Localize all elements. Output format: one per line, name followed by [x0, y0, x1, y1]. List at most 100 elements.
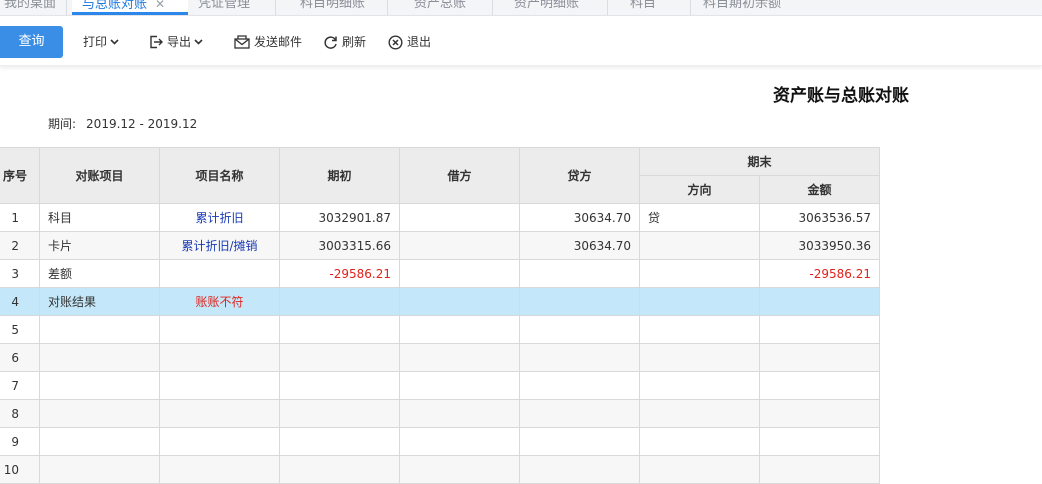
- cell-opening: 3003315.66: [279, 231, 400, 260]
- cell-credit: [519, 315, 640, 344]
- header-item: 对账项目: [39, 147, 160, 204]
- cell-amount: [759, 427, 880, 456]
- tab-label: 科目明细账: [300, 0, 366, 11]
- cell-name: [159, 259, 280, 288]
- cell-debit: [399, 315, 520, 344]
- cell-name: [159, 399, 280, 428]
- tab-bar: 我的桌面 与总账对账 ✕ 凭证管理 科目明细账 资产总账 资产明细账 科目 科目期…: [0, 0, 1042, 16]
- period-label: 期间:: [48, 117, 77, 131]
- tab-asset-detail[interactable]: 资产明细账: [514, 0, 579, 15]
- cell-name: [159, 371, 280, 400]
- cell-amount: 3063536.57: [759, 203, 880, 232]
- tab-account-detail[interactable]: 科目明细账: [300, 0, 365, 15]
- cell-seq: 10: [0, 455, 40, 484]
- cell-credit: [519, 455, 640, 484]
- cell-debit: [399, 343, 520, 372]
- cell-direction: [639, 231, 760, 260]
- cell-opening: [279, 343, 400, 372]
- cell-debit: [399, 427, 520, 456]
- send-email-button[interactable]: 发送邮件: [234, 32, 302, 52]
- toolbar: 查询 打印 导出 发送邮件 刷新 退出: [0, 16, 1042, 66]
- cell-credit: [519, 371, 640, 400]
- table-row[interactable]: 2 卡片 累计折旧/摊销 3003315.66 30634.70 3033950…: [0, 231, 880, 260]
- cell-direction: [639, 427, 760, 456]
- cell-seq: 2: [0, 231, 40, 260]
- cell-opening: [279, 427, 400, 456]
- export-button[interactable]: 导出: [149, 32, 207, 52]
- cell-seq: 3: [0, 259, 40, 288]
- export-label: 导出: [167, 35, 192, 49]
- cell-name: [159, 315, 280, 344]
- print-button[interactable]: 打印: [83, 32, 123, 52]
- cell-amount: [759, 371, 880, 400]
- cell-debit: [399, 203, 520, 232]
- table-row[interactable]: 3 差额 -29586.21 -29586.21: [0, 259, 880, 288]
- table-row-selected[interactable]: 4 对账结果 账账不符: [0, 287, 880, 316]
- period-value: 2019.12 - 2019.12: [86, 117, 198, 131]
- table-row[interactable]: 5: [0, 315, 880, 344]
- tab-my-desktop[interactable]: 我的桌面: [4, 0, 56, 15]
- cell-direction: [639, 399, 760, 428]
- refresh-label: 刷新: [342, 35, 367, 49]
- table-row[interactable]: 6: [0, 343, 880, 372]
- period-row: 期间: 2019.12 - 2019.12: [48, 115, 197, 132]
- header-debit: 借方: [399, 147, 520, 204]
- tab-ledger-reconciliation[interactable]: 与总账对账 ✕: [72, 0, 188, 15]
- tab-voucher-management[interactable]: 凭证管理: [198, 0, 250, 15]
- tab-divider: [690, 0, 691, 15]
- cell-direction: [639, 371, 760, 400]
- cell-result: 账账不符: [159, 287, 280, 316]
- chevron-down-icon: [194, 39, 203, 45]
- tab-divider: [66, 0, 67, 15]
- cell-debit: [399, 399, 520, 428]
- cell-amount: [759, 343, 880, 372]
- cell-name-link[interactable]: 累计折旧/摊销: [159, 231, 280, 260]
- cell-item: 科目: [39, 203, 160, 232]
- cell-amount: 3033950.36: [759, 231, 880, 260]
- export-icon: [150, 35, 163, 49]
- tab-account-opening-balance[interactable]: 科目期初余额: [703, 0, 781, 15]
- chevron-down-icon: [110, 39, 119, 45]
- tab-divider: [275, 0, 276, 15]
- cell-name-link[interactable]: 累计折旧: [159, 203, 280, 232]
- cell-credit: [519, 343, 640, 372]
- table-row[interactable]: 9: [0, 427, 880, 456]
- query-button[interactable]: 查询: [0, 26, 63, 58]
- table-row[interactable]: 1 科目 累计折旧 3032901.87 30634.70 贷 3063536.…: [0, 203, 880, 232]
- cell-item: 卡片: [39, 231, 160, 260]
- cell-credit: [519, 259, 640, 288]
- cell-item: [39, 315, 160, 344]
- refresh-button[interactable]: 刷新: [323, 32, 366, 52]
- tab-asset-ledger[interactable]: 资产总账: [414, 0, 466, 15]
- table-row[interactable]: 7: [0, 371, 880, 400]
- cell-seq: 9: [0, 427, 40, 456]
- reconciliation-table: 序号 对账项目 项目名称 期初 借方 贷方 期末 方向 金额 1 科目 累计折旧…: [0, 147, 880, 484]
- cell-item: [39, 455, 160, 484]
- send-email-label: 发送邮件: [254, 35, 303, 49]
- tab-label: 科目期初余额: [703, 0, 782, 11]
- table-row[interactable]: 8: [0, 399, 880, 428]
- exit-button[interactable]: 退出: [388, 32, 431, 52]
- header-opening: 期初: [279, 147, 400, 204]
- cell-direction: [639, 287, 760, 316]
- cell-opening: [279, 287, 400, 316]
- tab-label: 资产明细账: [514, 0, 580, 11]
- exit-label: 退出: [407, 35, 432, 49]
- cell-amount: -29586.21: [759, 259, 880, 288]
- close-icon[interactable]: ✕: [155, 0, 165, 11]
- cell-amount: [759, 287, 880, 316]
- cell-item: 差额: [39, 259, 160, 288]
- cell-seq: 7: [0, 371, 40, 400]
- cell-seq: 5: [0, 315, 40, 344]
- cell-debit: [399, 259, 520, 288]
- cell-name: [159, 343, 280, 372]
- table-row[interactable]: 10: [0, 455, 880, 484]
- cell-direction: [639, 455, 760, 484]
- cell-seq: 4: [0, 287, 40, 316]
- cell-seq: 8: [0, 399, 40, 428]
- tab-account[interactable]: 科目: [630, 0, 656, 15]
- tab-divider: [492, 0, 493, 15]
- cell-opening: [279, 315, 400, 344]
- cell-opening: [279, 399, 400, 428]
- header-seq: 序号: [0, 147, 40, 204]
